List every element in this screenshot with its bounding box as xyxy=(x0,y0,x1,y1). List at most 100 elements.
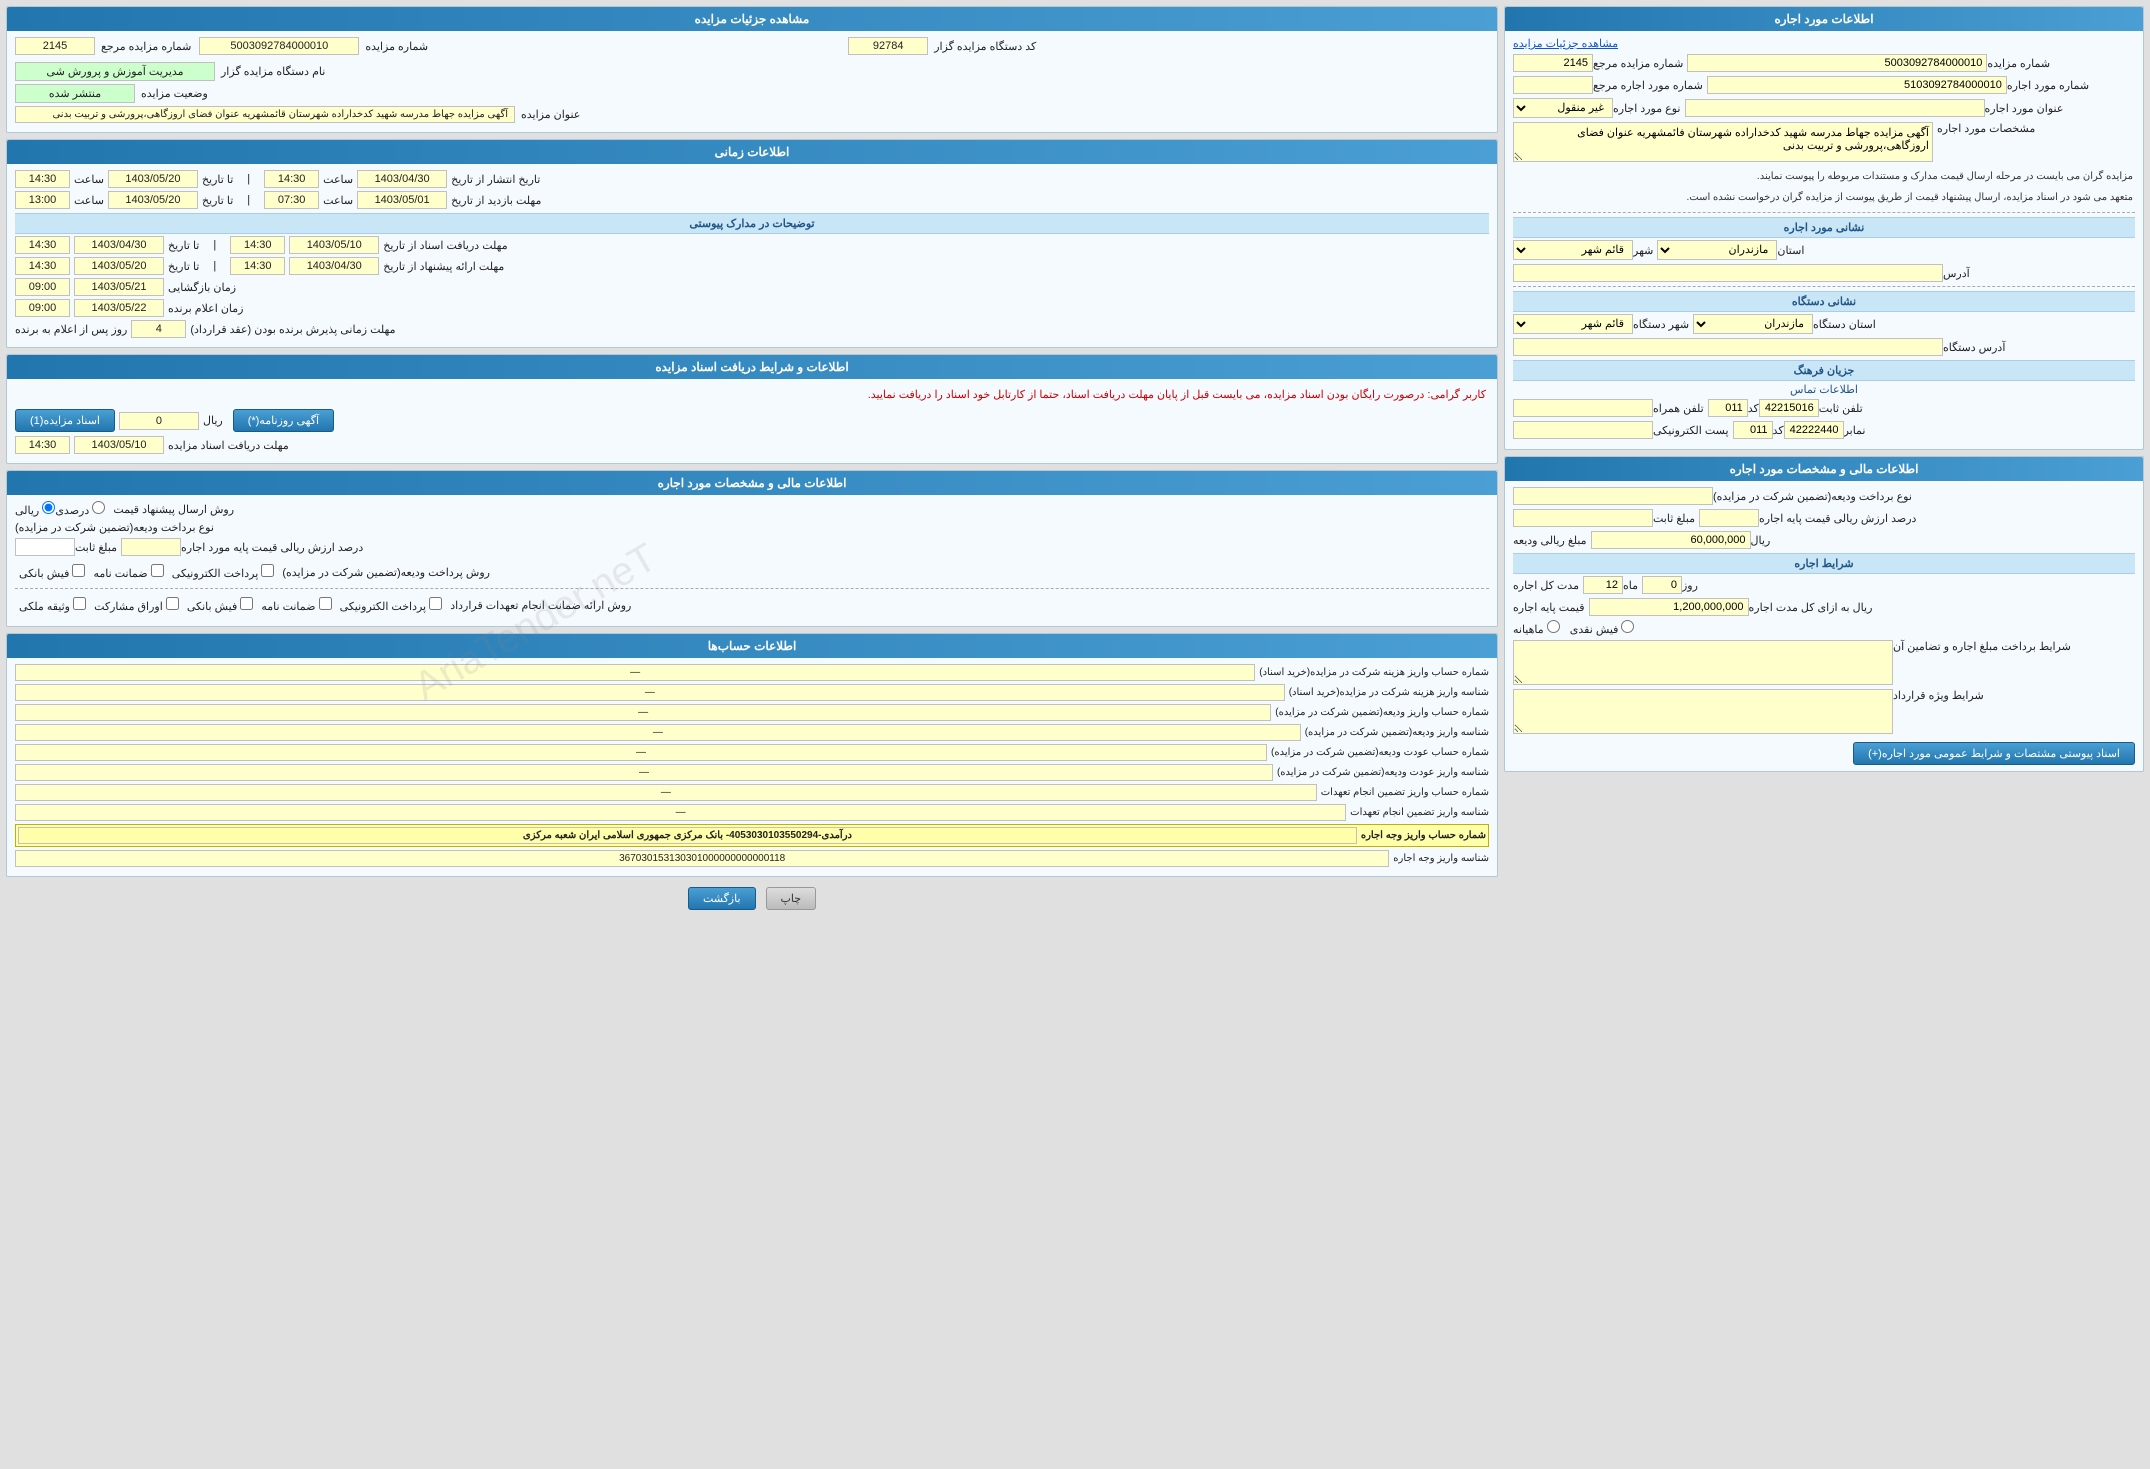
device-province-select[interactable]: مازندران xyxy=(1693,314,1813,334)
fine-input[interactable] xyxy=(1591,531,1751,549)
account2-value: — xyxy=(15,684,1285,701)
offer-time-to: 14:30 xyxy=(15,257,70,275)
phone-value-input[interactable] xyxy=(1759,399,1819,417)
auction-number-label: شماره مزایده xyxy=(1987,57,2050,70)
publish-date-from: 1403/04/30 xyxy=(357,170,447,188)
account7-value: — xyxy=(15,784,1317,801)
device-city-label: شهر دستگاه xyxy=(1633,318,1689,331)
base-price-input[interactable] xyxy=(1589,598,1749,616)
right-auction-title: مشاهده جزئیات مزایده xyxy=(7,7,1497,31)
email-label: پست الکترونیکی xyxy=(1653,424,1729,437)
publish-time-from: 14:30 xyxy=(264,170,319,188)
desc-subheader: توضیحات در مدارک پیوستی xyxy=(15,213,1489,234)
auction-ref-input[interactable] xyxy=(1513,54,1593,72)
base-price-label: قیمت پایه اجاره xyxy=(1513,601,1585,614)
description-textarea[interactable]: آگهی مزایده جهاط مدرسه شهید کدخداراده شه… xyxy=(1513,122,1933,162)
address-label: آدرس xyxy=(1943,267,1970,280)
account3-value: — xyxy=(15,704,1271,721)
winner-date-label: زمان اعلام برنده xyxy=(168,302,243,315)
fax-value-input[interactable] xyxy=(1784,421,1844,439)
device-city-select[interactable]: قائم شهر xyxy=(1513,314,1633,334)
r-fixed-input[interactable] xyxy=(15,538,75,556)
account5-value: — xyxy=(15,744,1267,761)
r-property-method-check[interactable] xyxy=(73,597,86,610)
fax-code-input[interactable] xyxy=(1733,421,1773,439)
winner-days: 4 xyxy=(131,320,186,338)
free-btn[interactable]: آگهی روزنامه(*) xyxy=(233,409,334,432)
address-input[interactable] xyxy=(1513,264,1943,282)
rent-ref-input[interactable] xyxy=(1513,76,1593,94)
r-cash-method-check[interactable] xyxy=(72,564,85,577)
submit-to: 1403/04/30 xyxy=(74,236,164,254)
mobile-label: تلفن همراه xyxy=(1653,402,1704,415)
r-rial-radio[interactable] xyxy=(42,501,55,514)
email-input[interactable] xyxy=(1513,421,1653,439)
device-province-label: استان دستگاه xyxy=(1813,318,1876,331)
mobile-input[interactable] xyxy=(1513,399,1653,417)
publish-date-to: 1403/05/20 xyxy=(108,170,198,188)
fine-label: مبلغ ریالی ودیعه xyxy=(1513,534,1587,547)
attachment-btn[interactable]: اسناد پیوستی مشتصات و شرایط عمومی مورد ا… xyxy=(1853,742,2135,765)
device-subheader: نشانی دستگاه xyxy=(1513,291,2135,312)
fixed-amount-label: مبلغ ثابت xyxy=(1653,512,1695,525)
fixed-amount-input[interactable] xyxy=(1513,509,1653,527)
province-select[interactable]: مازندران xyxy=(1657,240,1777,260)
title-value: آگهی مزایده جهاط مدرسه شهید کدخداراده شه… xyxy=(15,106,515,123)
auction-code-label: کد دستگاه مزایده گزار xyxy=(934,40,1036,53)
cash-radio[interactable] xyxy=(1621,620,1634,633)
auction-details-link[interactable]: مشاهده جزئیات مزایده xyxy=(1513,38,1618,50)
device-address-input[interactable] xyxy=(1513,338,1943,356)
submit-time-to: 14:30 xyxy=(15,236,70,254)
doc-deadline-date: 1403/05/10 xyxy=(74,436,164,454)
account4-label: شناسه واریز ودیعه(تضمین شرکت در مزایده) xyxy=(1305,727,1489,738)
description-label: مشخصات مورد اجاره xyxy=(1937,122,2035,135)
percent-input[interactable] xyxy=(1699,509,1759,527)
title-label: عنوان مزایده xyxy=(521,108,580,121)
duration-label: مدت کل اجاره xyxy=(1513,579,1579,592)
duration-months-input[interactable] xyxy=(1583,576,1623,594)
r-check-method-check[interactable] xyxy=(151,564,164,577)
account6-label: شناسه واریز عودت ودیعه(تضمین شرکت در مزا… xyxy=(1277,767,1489,778)
close-btn[interactable]: چاپ xyxy=(766,887,817,910)
back-btn[interactable]: بازگشت xyxy=(688,887,756,910)
doc-deadline-label: مهلت دریافت اسناد مزایده xyxy=(168,439,289,452)
time-section-title: اطلاعات زمانی xyxy=(7,140,1497,164)
r-send-method-label: روش ارسال پیشنهاد قیمت xyxy=(113,503,234,516)
r-contract-cash-check[interactable] xyxy=(240,597,253,610)
rent-title-input[interactable] xyxy=(1685,99,1985,117)
r-contract-check-check[interactable] xyxy=(319,597,332,610)
rent-number-input[interactable] xyxy=(1707,76,2007,94)
publish-time-to-label: ساعت xyxy=(74,173,104,186)
subject-value: مدیریت آموزش و پرورش شی xyxy=(15,62,215,81)
payment-conditions-textarea[interactable] xyxy=(1513,640,1893,685)
subject-label: نام دستگاه مزایده گزار xyxy=(221,65,325,78)
r-shares-method-label: اوراق مشارکت xyxy=(94,597,179,613)
r-electronic-method-check[interactable] xyxy=(261,564,274,577)
r-percent2-input[interactable] xyxy=(121,538,181,556)
r-contract-electronic-check[interactable] xyxy=(429,597,442,610)
deposit-type-input[interactable] xyxy=(1513,487,1713,505)
phone-code-input[interactable] xyxy=(1708,399,1748,417)
r-shares-method-check[interactable] xyxy=(166,597,179,610)
rental-financial-title: اطلاعات مالی و مشخصات مورد اجاره xyxy=(7,471,1497,495)
r-auction-num-label: شماره مزایده xyxy=(365,40,428,53)
phone-label: تلفن ثابت xyxy=(1819,402,1863,415)
duration-days-input[interactable] xyxy=(1642,576,1682,594)
city-select[interactable]: قائم شهر xyxy=(1513,240,1633,260)
publish-date-label: تاریخ انتشار از تاریخ xyxy=(451,173,540,186)
bid-to-label: تا تاریخ xyxy=(202,194,233,207)
deposit-doc-btn[interactable]: اسناد مزایده(1) xyxy=(15,409,115,432)
offer-time-from: 14:30 xyxy=(230,257,285,275)
r-rial-radio-label: ریالی xyxy=(15,501,55,517)
account1-label: شماره حساب واریز هزینه شرکت در مزایده(خر… xyxy=(1259,667,1489,678)
auction-number-input[interactable] xyxy=(1687,54,1987,72)
publish-time-to: 14:30 xyxy=(15,170,70,188)
account8-value: — xyxy=(15,804,1346,821)
rent-type-select[interactable]: غیر منقول xyxy=(1513,98,1613,118)
special-conditions-textarea[interactable] xyxy=(1513,689,1893,734)
r-percent-radio[interactable] xyxy=(92,501,105,514)
installment-radio[interactable] xyxy=(1547,620,1560,633)
bid-time-from-label: ساعت xyxy=(323,194,353,207)
rent-ref-label: شماره مورد اجاره مرجع xyxy=(1593,79,1703,92)
doc-deadline-time: 14:30 xyxy=(15,436,70,454)
